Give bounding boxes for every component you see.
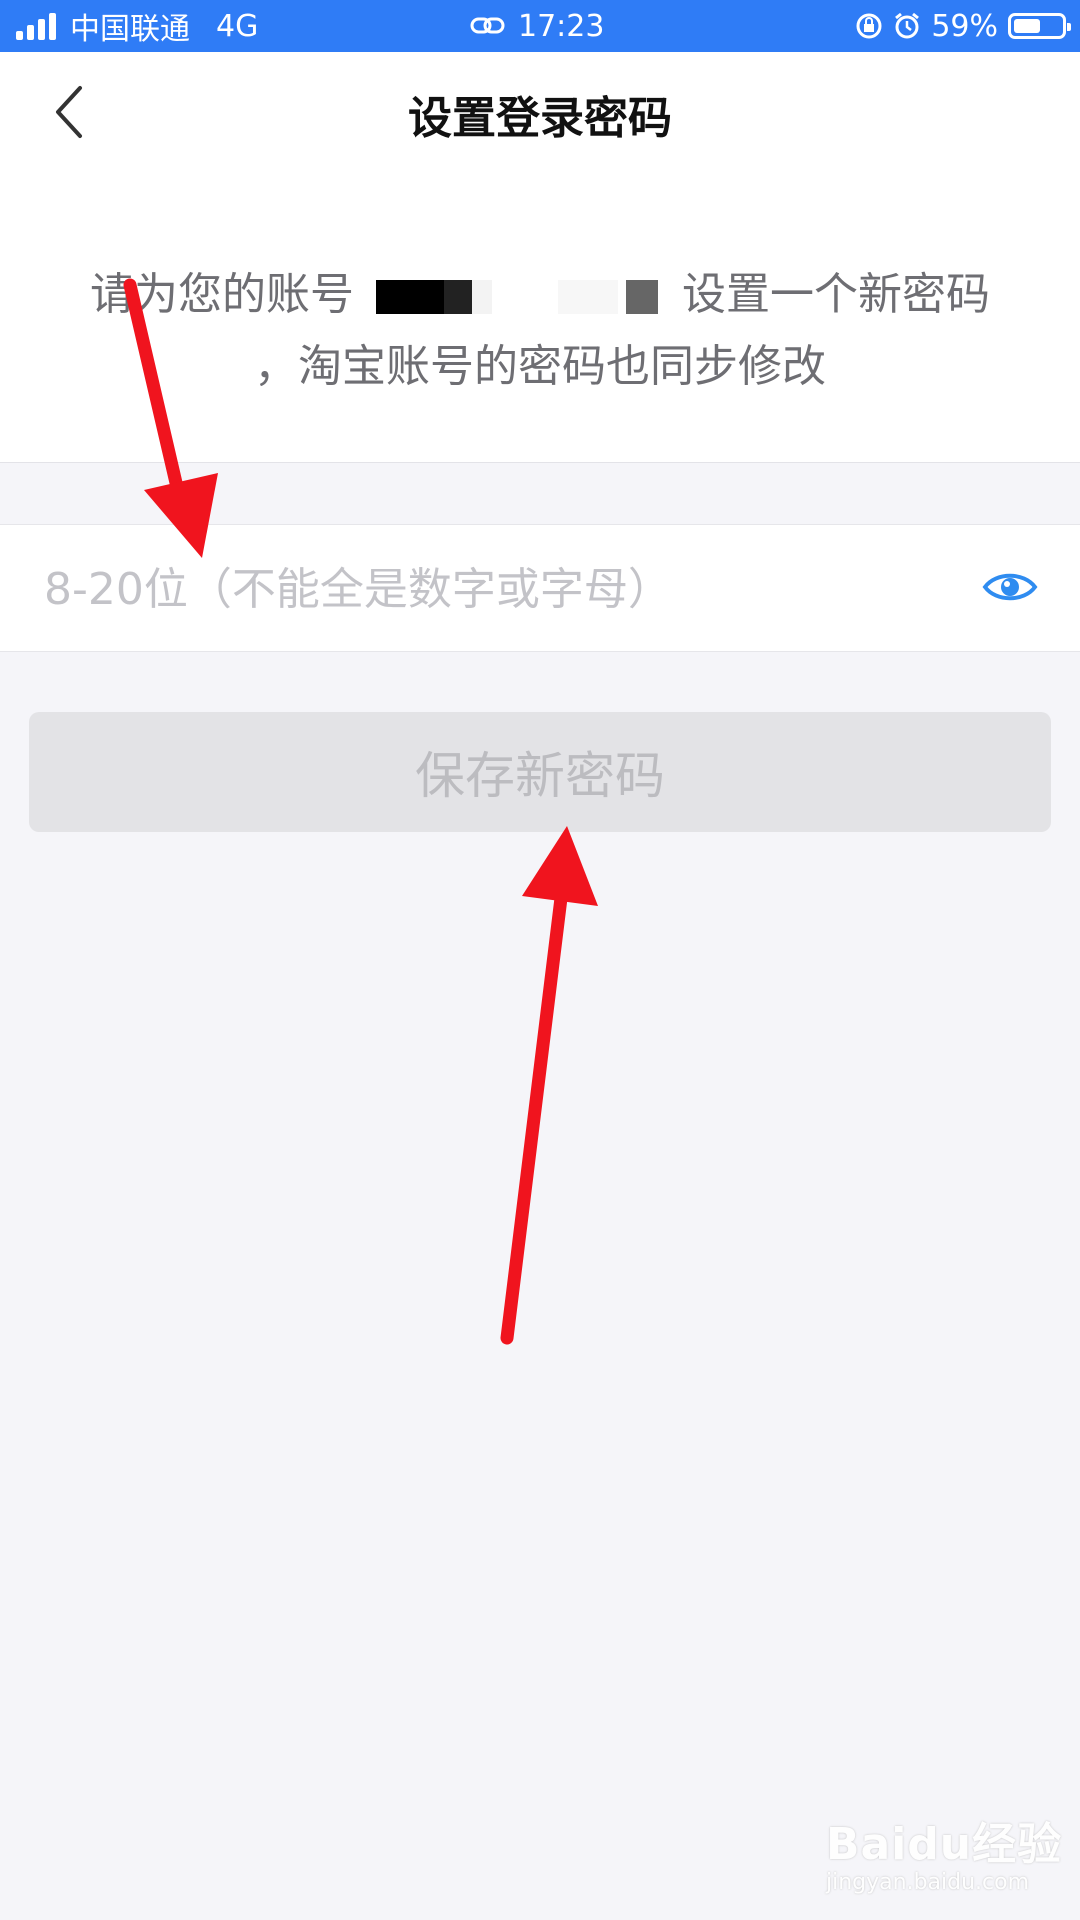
- baidu-watermark: Baidu经验 jingyan.baidu.com: [826, 1808, 1062, 1895]
- password-row: [0, 524, 1080, 653]
- alarm-icon: [895, 12, 920, 39]
- eye-icon[interactable]: [982, 562, 1038, 612]
- arrow-up-icon: [500, 826, 598, 1345]
- link-icon: [470, 17, 505, 34]
- status-bar: 中国联通 4G 17:23 59%: [0, 0, 1080, 52]
- password-input[interactable]: [42, 525, 946, 653]
- rotation-lock-icon: [856, 13, 882, 39]
- save-password-button[interactable]: 保存新密码: [29, 712, 1051, 832]
- clock: 17:23: [518, 8, 605, 44]
- nav-bar: 设置登录密码: [0, 52, 1080, 168]
- signal-icon: [16, 12, 56, 40]
- page-title: 设置登录密码: [408, 93, 672, 144]
- masked-account: [368, 280, 668, 314]
- watermark-url: jingyan.baidu.com: [826, 1870, 1030, 1895]
- watermark-brand: Baidu经验: [826, 1819, 1063, 1870]
- battery-icon: [1008, 13, 1071, 39]
- description-line-1: 请为您的账号 设置一个新密码: [0, 258, 1080, 322]
- network-type: 4G: [216, 8, 259, 44]
- battery-percent: 59%: [931, 8, 998, 44]
- carrier-name: 中国联通: [70, 12, 190, 47]
- description-line-2: ，淘宝账号的密码也同步修改: [254, 341, 826, 392]
- description-prefix: 请为您的账号: [90, 269, 354, 320]
- description-panel: 请为您的账号 设置一个新密码 ，淘宝账号的密码也同步修改: [0, 168, 1080, 463]
- description-suffix: 设置一个新密码: [682, 269, 990, 320]
